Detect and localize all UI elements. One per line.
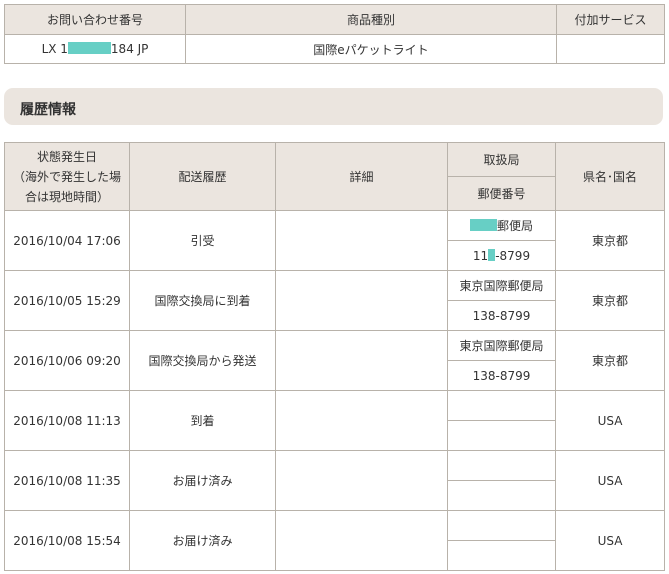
event-region: USA xyxy=(555,450,665,511)
history-header-row: 状態発生日 （海外で発生した場 合は現地時間） 配送履歴 詳細 取扱局 県名･国… xyxy=(4,142,665,211)
event-region: 東京都 xyxy=(555,330,665,391)
redacted-tracking-digits xyxy=(67,42,111,54)
event-detail xyxy=(275,330,448,391)
event-detail xyxy=(275,270,448,331)
status-date-header: 状態発生日 （海外で発生した場 合は現地時間） xyxy=(4,142,130,211)
event-date: 2016/10/04 17:06 xyxy=(4,210,130,271)
tracking-number-suffix: 184 JP xyxy=(110,42,149,56)
extra-service-value xyxy=(556,34,665,64)
event-region: 東京都 xyxy=(555,270,665,331)
status-date-header-line: 合は現地時間） xyxy=(24,189,109,204)
handling-office: 郵便局 xyxy=(447,210,556,241)
summary-header-row: お問い合わせ番号 商品種別 付加サービス xyxy=(4,4,665,35)
handling-office xyxy=(447,390,556,421)
event-name: 国際交換局に到着 xyxy=(129,270,276,331)
event-name: お届け済み xyxy=(129,510,276,571)
table-row: 2016/10/08 11:35 お届け済み USA xyxy=(4,450,665,511)
handling-office xyxy=(447,450,556,481)
postal-code-header: 郵便番号 xyxy=(447,176,556,211)
event-region: 東京都 xyxy=(555,210,665,271)
tracking-number-prefix: LX 1 xyxy=(41,42,68,56)
status-date-header-line: （海外で発生した場 xyxy=(12,169,121,184)
event-region: USA xyxy=(555,390,665,451)
history-section-title: 履歴情報 xyxy=(20,102,76,118)
postal-code xyxy=(447,420,556,451)
handling-office xyxy=(447,510,556,541)
event-name: 引受 xyxy=(129,210,276,271)
redacted-office-name xyxy=(469,219,497,231)
event-detail xyxy=(275,390,448,451)
event-detail xyxy=(275,510,448,571)
postal-code-prefix: 11 xyxy=(472,248,489,263)
handling-office: 東京国際郵便局 xyxy=(447,270,556,301)
item-type-header: 商品種別 xyxy=(185,4,557,35)
event-date: 2016/10/08 11:35 xyxy=(4,450,130,511)
delivery-history-header: 配送履歴 xyxy=(129,142,276,211)
postal-code-suffix: -8799 xyxy=(495,248,531,263)
event-name: 到着 xyxy=(129,390,276,451)
table-row: 2016/10/04 17:06 引受 郵便局 東京都 xyxy=(4,210,665,271)
postal-code xyxy=(447,540,556,571)
detail-header: 詳細 xyxy=(275,142,448,211)
event-date: 2016/10/08 15:54 xyxy=(4,510,130,571)
tracking-history-table: 状態発生日 （海外で発生した場 合は現地時間） 配送履歴 詳細 取扱局 県名･国… xyxy=(4,142,665,571)
office-header: 取扱局 xyxy=(447,142,556,177)
event-region: USA xyxy=(555,510,665,571)
postal-code xyxy=(447,480,556,511)
extra-service-header: 付加サービス xyxy=(556,4,665,35)
postal-code: 11 -8799 xyxy=(447,240,556,271)
tracking-number-header: お問い合わせ番号 xyxy=(4,4,186,35)
event-name: 国際交換局から発送 xyxy=(129,330,276,391)
event-detail xyxy=(275,450,448,511)
event-date: 2016/10/08 11:13 xyxy=(4,390,130,451)
table-row: 2016/10/06 09:20 国際交換局から発送 東京国際郵便局 東京都 xyxy=(4,330,665,391)
history-section-bar: 履歴情報 xyxy=(4,88,663,125)
handling-office: 東京国際郵便局 xyxy=(447,330,556,361)
table-row: 2016/10/08 15:54 お届け済み USA xyxy=(4,510,665,571)
summary-value-row: LX 1 184 JP 国際eパケットライト xyxy=(4,34,665,64)
handling-office-suffix: 郵便局 xyxy=(496,219,533,233)
postal-code: 138-8799 xyxy=(447,360,556,391)
event-date: 2016/10/05 15:29 xyxy=(4,270,130,331)
event-detail xyxy=(275,210,448,271)
postal-code: 138-8799 xyxy=(447,300,556,331)
item-type-value: 国際eパケットライト xyxy=(185,34,557,64)
status-date-header-line: 状態発生日 xyxy=(36,149,97,164)
prefecture-country-header: 県名･国名 xyxy=(555,142,665,211)
item-summary-table: お問い合わせ番号 商品種別 付加サービス LX 1 184 JP 国際eパケットラ… xyxy=(4,4,665,64)
tracking-number-cell: LX 1 184 JP xyxy=(4,34,186,64)
table-row: 2016/10/08 11:13 到着 USA xyxy=(4,390,665,451)
table-row: 2016/10/05 15:29 国際交換局に到着 東京国際郵便局 東京都 xyxy=(4,270,665,331)
event-name: お届け済み xyxy=(129,450,276,511)
event-date: 2016/10/06 09:20 xyxy=(4,330,130,391)
